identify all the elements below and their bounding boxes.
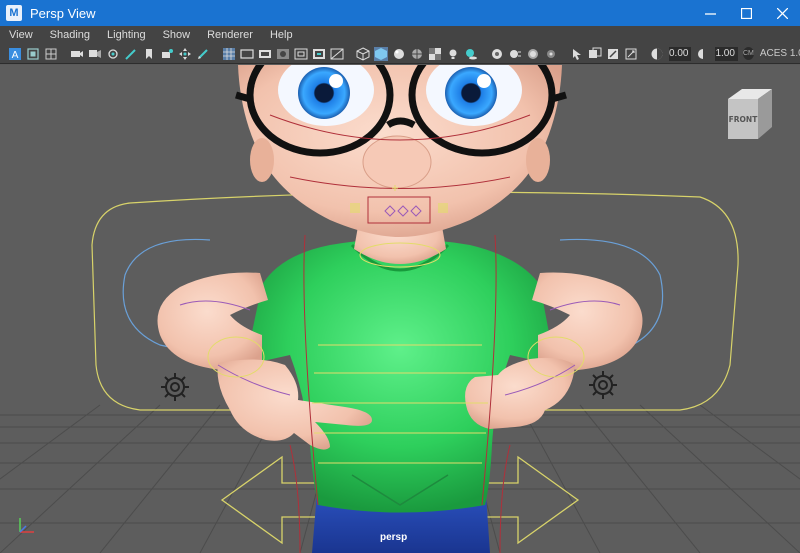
film-camera-icon[interactable] bbox=[70, 47, 84, 61]
film-gate-icon[interactable] bbox=[240, 47, 254, 61]
minimize-button[interactable] bbox=[692, 0, 728, 26]
xray-icon[interactable] bbox=[588, 47, 602, 61]
screen-space-ao-icon[interactable] bbox=[490, 47, 504, 61]
right-ear-mesh[interactable] bbox=[526, 138, 550, 182]
safe-action-icon[interactable] bbox=[312, 47, 326, 61]
default-material-icon[interactable] bbox=[392, 47, 406, 61]
svg-text:A: A bbox=[12, 50, 19, 61]
view-cube[interactable]: FRONT bbox=[724, 87, 774, 141]
maya-app-icon: M bbox=[6, 5, 22, 21]
gamma-icon[interactable] bbox=[696, 47, 710, 61]
close-icon bbox=[776, 7, 788, 19]
gamma-field[interactable]: 1.00 bbox=[715, 46, 738, 61]
menu-renderer[interactable]: Renderer bbox=[198, 29, 261, 41]
minimize-icon bbox=[704, 12, 716, 15]
bookmark-flag-icon[interactable] bbox=[142, 47, 156, 61]
left-ear-mesh[interactable] bbox=[250, 138, 274, 182]
panel-toolbar: A 0.00 1.00 CM ACES 1.0 bbox=[0, 44, 800, 64]
exposure-icon[interactable] bbox=[650, 47, 664, 61]
title-bar[interactable]: M Persp View bbox=[0, 0, 800, 26]
grid-icon[interactable] bbox=[222, 47, 236, 61]
window-controls bbox=[692, 0, 800, 26]
left-iris[interactable] bbox=[298, 67, 350, 119]
pencil-icon[interactable] bbox=[196, 47, 210, 61]
window-title: Persp View bbox=[30, 5, 96, 21]
depth-of-field-icon[interactable] bbox=[544, 47, 558, 61]
two-d-pan-icon[interactable] bbox=[106, 47, 120, 61]
gate-mask-icon[interactable] bbox=[276, 47, 290, 61]
persp-view-window: M Persp View View Shading Lighting Show … bbox=[0, 0, 800, 553]
color-management-toggle[interactable]: CM bbox=[742, 47, 754, 60]
motion-blur-icon[interactable] bbox=[508, 47, 522, 61]
xray-components-icon[interactable] bbox=[624, 47, 638, 61]
safe-title-icon[interactable] bbox=[330, 47, 344, 61]
isolate-select-icon[interactable] bbox=[570, 47, 584, 61]
grease-pencil-icon[interactable] bbox=[124, 47, 138, 61]
bookmarks-icon[interactable] bbox=[44, 47, 58, 61]
right-iris[interactable] bbox=[445, 67, 497, 119]
view-cube-face-label: FRONT bbox=[729, 115, 759, 124]
menu-help[interactable]: Help bbox=[261, 29, 301, 41]
image-plane-icon[interactable] bbox=[88, 47, 102, 61]
anti-aliasing-icon[interactable] bbox=[526, 47, 540, 61]
maximize-button[interactable] bbox=[728, 0, 764, 26]
wireframe-on-shaded-icon[interactable] bbox=[410, 47, 424, 61]
menu-bar: View Shading Lighting Show Renderer Help bbox=[0, 26, 800, 44]
use-all-lights-icon[interactable] bbox=[446, 47, 460, 61]
camera-name-label: persp bbox=[380, 532, 408, 543]
menu-shading[interactable]: Shading bbox=[41, 29, 98, 41]
move-tool-icon[interactable] bbox=[178, 47, 192, 61]
shadows-icon[interactable] bbox=[464, 47, 478, 61]
view-transform-label[interactable]: ACES 1.0 bbox=[760, 48, 800, 59]
wireframe-icon[interactable] bbox=[356, 46, 370, 61]
exposure-field[interactable]: 0.00 bbox=[669, 46, 692, 61]
close-button[interactable] bbox=[764, 0, 800, 26]
menu-lighting[interactable]: Lighting bbox=[98, 29, 154, 41]
xray-joints-icon[interactable] bbox=[606, 47, 620, 61]
smooth-shade-icon[interactable] bbox=[374, 46, 388, 61]
persp-viewport[interactable]: FRONT persp bbox=[0, 65, 800, 553]
menu-view[interactable]: View bbox=[0, 29, 41, 41]
nose-mesh[interactable] bbox=[362, 135, 432, 189]
maximize-icon bbox=[740, 7, 752, 19]
camera-attributes-icon[interactable] bbox=[26, 47, 40, 61]
resolution-gate-icon[interactable] bbox=[258, 47, 272, 61]
axis-gizmo bbox=[19, 518, 34, 533]
select-camera-icon[interactable]: A bbox=[8, 47, 22, 61]
scene-canvas[interactable] bbox=[0, 65, 800, 553]
field-chart-icon[interactable] bbox=[294, 47, 308, 61]
menu-show[interactable]: Show bbox=[154, 29, 199, 41]
textured-icon[interactable] bbox=[428, 47, 442, 61]
camera-pose-icon[interactable] bbox=[160, 47, 174, 61]
